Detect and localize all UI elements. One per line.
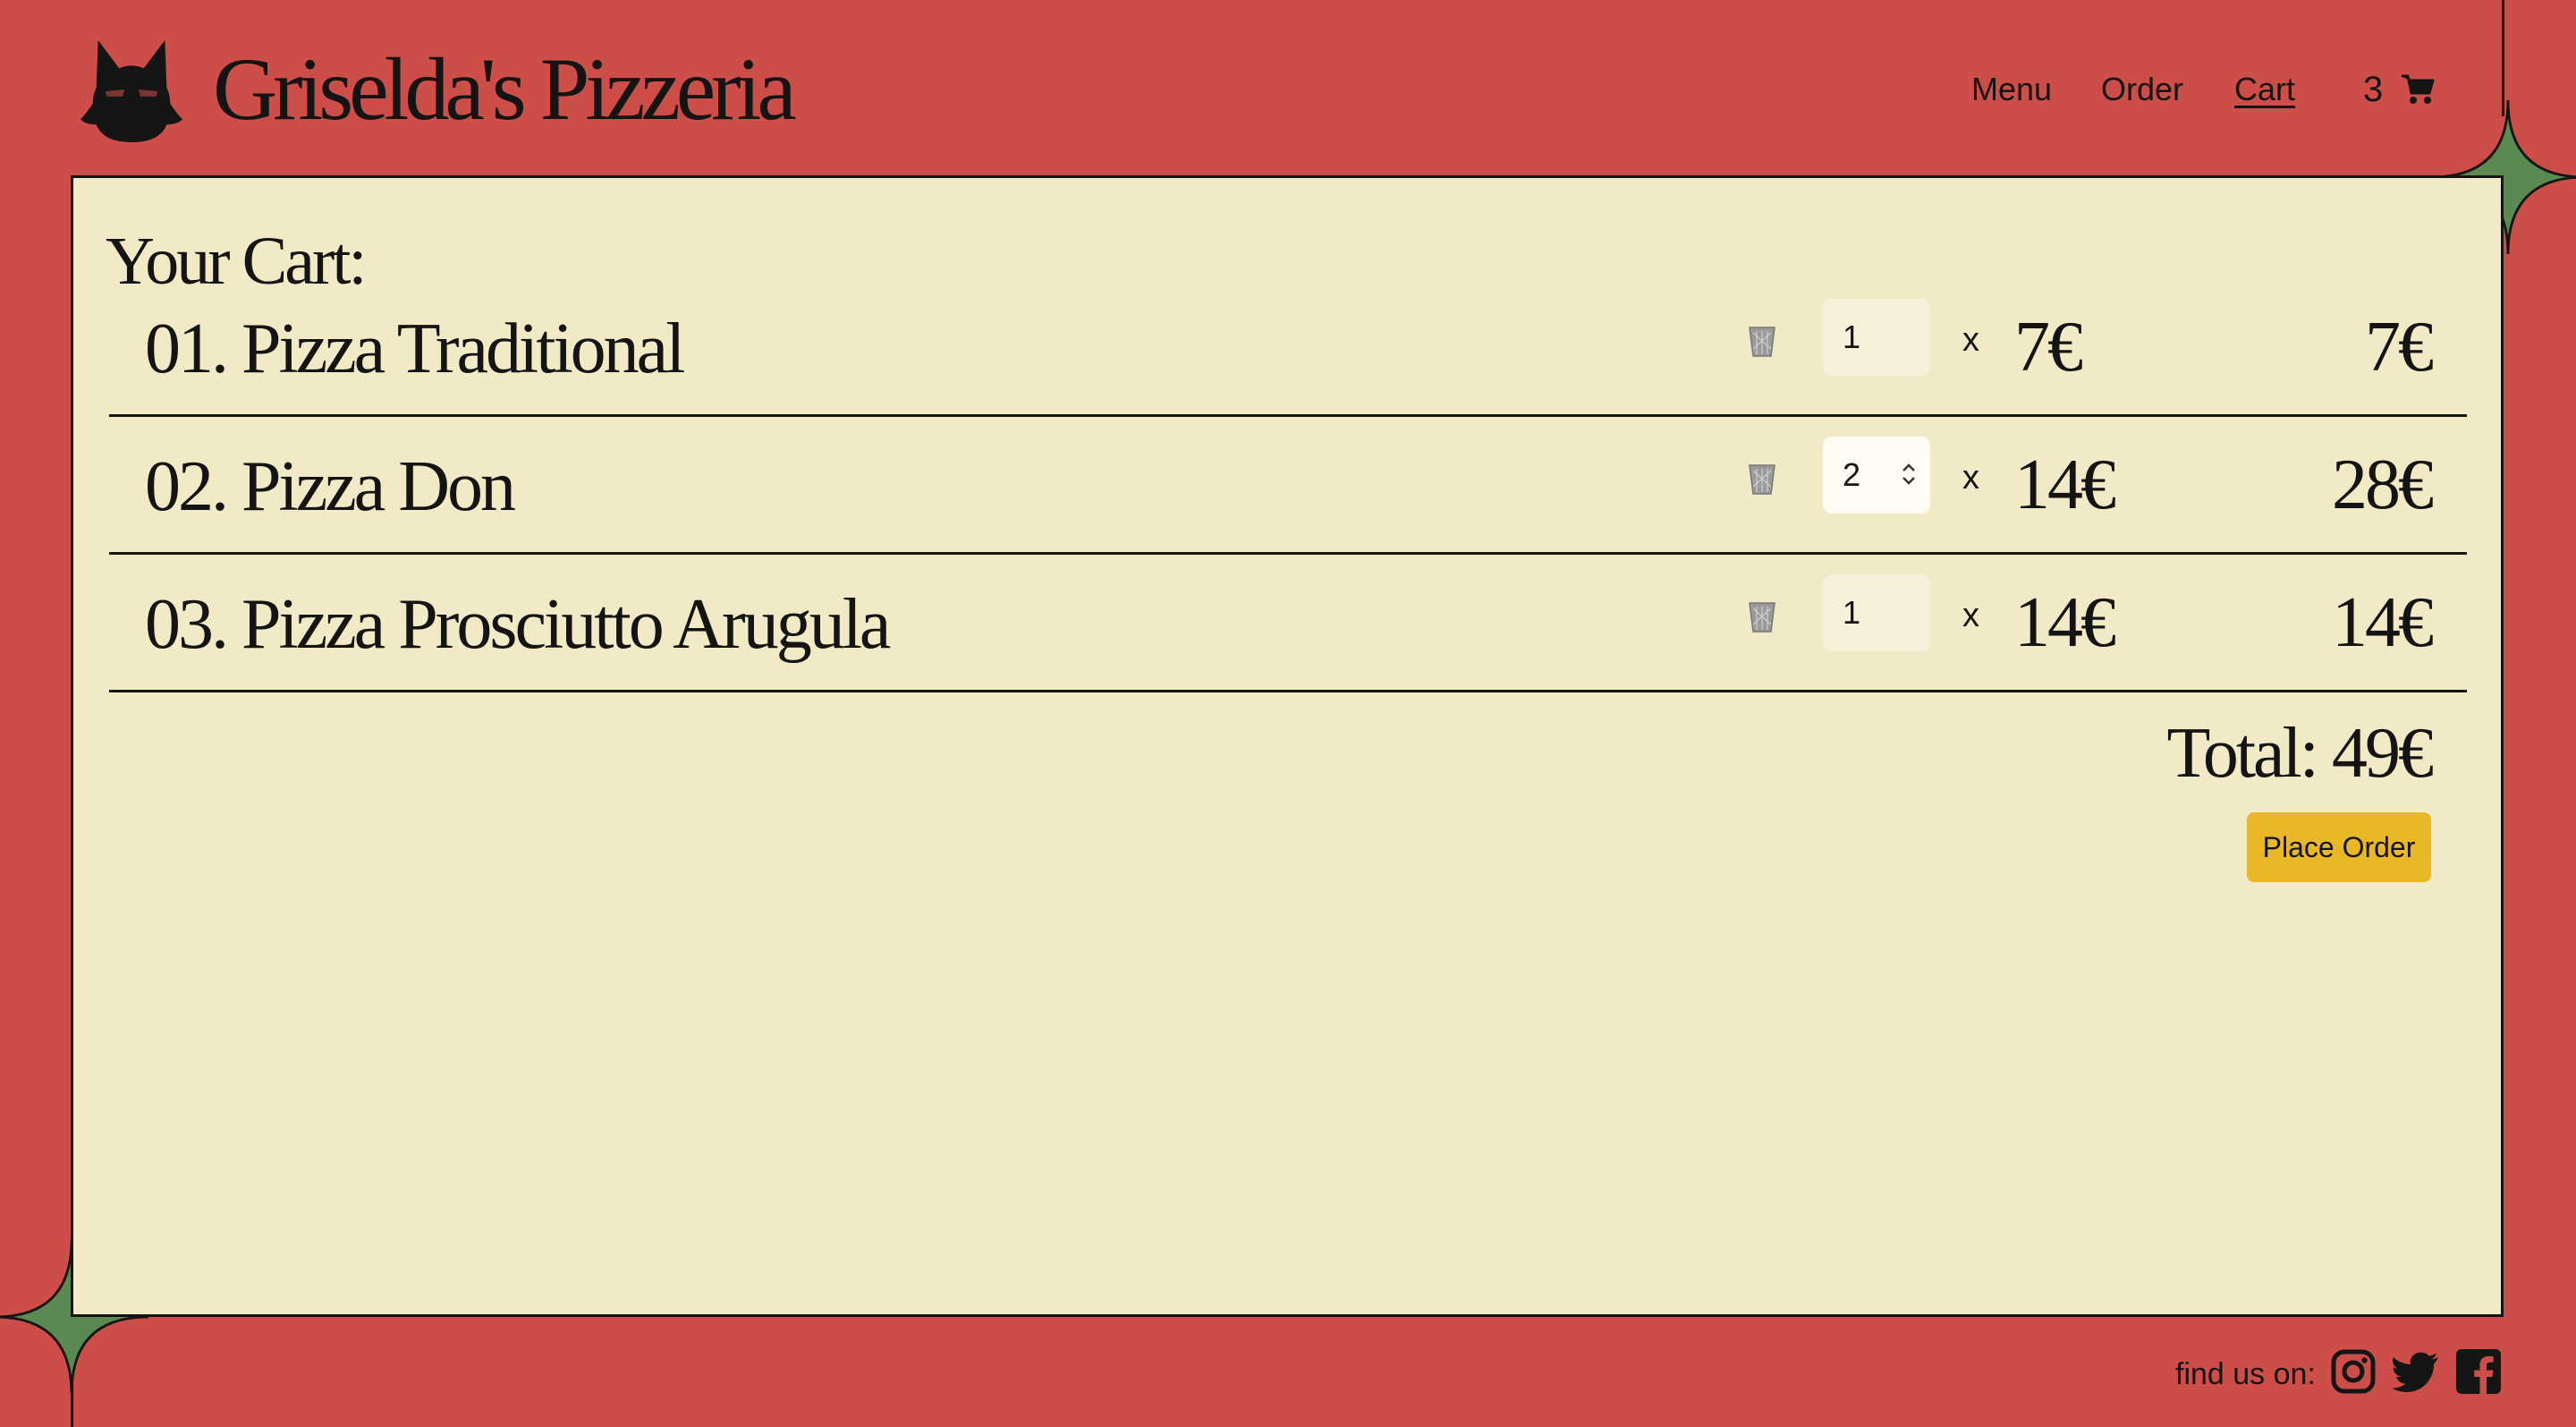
unit-price: 7€: [2014, 308, 2083, 386]
nav-menu-link[interactable]: Menu: [1971, 64, 2052, 115]
line-subtotal: 28€: [2332, 446, 2434, 524]
frame-line-right: [2502, 0, 2504, 116]
frame-line-left: [71, 1378, 73, 1427]
cart-total: Total: 49€: [2166, 714, 2434, 793]
brand-title[interactable]: Griselda's Pizzeria: [213, 36, 797, 143]
unit-price: 14€: [2014, 446, 2116, 524]
trash-icon[interactable]: [1748, 322, 1776, 358]
instagram-icon[interactable]: [2329, 1347, 2377, 1396]
line-subtotal: 14€: [2332, 583, 2434, 662]
facebook-icon[interactable]: [2454, 1347, 2503, 1396]
nav-cart-link[interactable]: Cart: [2234, 64, 2295, 115]
item-name: 03. Pizza Prosciutto Arugula: [145, 585, 891, 664]
unit-price: 14€: [2014, 583, 2116, 662]
stepper-arrows-icon[interactable]: [1898, 456, 1919, 492]
cart-row: 03. Pizza Prosciutto Arugula x 14€ 14€: [109, 555, 2467, 692]
place-order-button[interactable]: Place Order: [2247, 812, 2431, 882]
item-name: 01. Pizza Traditional: [145, 310, 685, 388]
cart-row: 01. Pizza Traditional x 7€ 7€: [109, 279, 2467, 417]
line-subtotal: 7€: [2365, 308, 2434, 386]
nav-order-link[interactable]: Order: [2101, 64, 2183, 115]
trash-icon[interactable]: [1748, 598, 1776, 633]
trash-icon[interactable]: [1748, 460, 1776, 496]
times-sign: x: [1962, 321, 1979, 359]
times-sign: x: [1962, 597, 1979, 634]
cart-row: 02. Pizza Don x 14€ 28€: [109, 417, 2467, 555]
cart-count-badge[interactable]: 3: [2363, 61, 2383, 118]
quantity-stepper[interactable]: [1823, 574, 1930, 651]
item-name: 02. Pizza Don: [145, 447, 516, 526]
quantity-stepper[interactable]: [1823, 299, 1930, 376]
times-sign: x: [1962, 459, 1979, 497]
twitter-icon[interactable]: [2392, 1347, 2440, 1396]
shopping-cart-icon[interactable]: [2401, 73, 2435, 106]
find-us-label: find us on:: [2175, 1357, 2316, 1391]
cat-silhouette-icon[interactable]: [79, 32, 184, 145]
